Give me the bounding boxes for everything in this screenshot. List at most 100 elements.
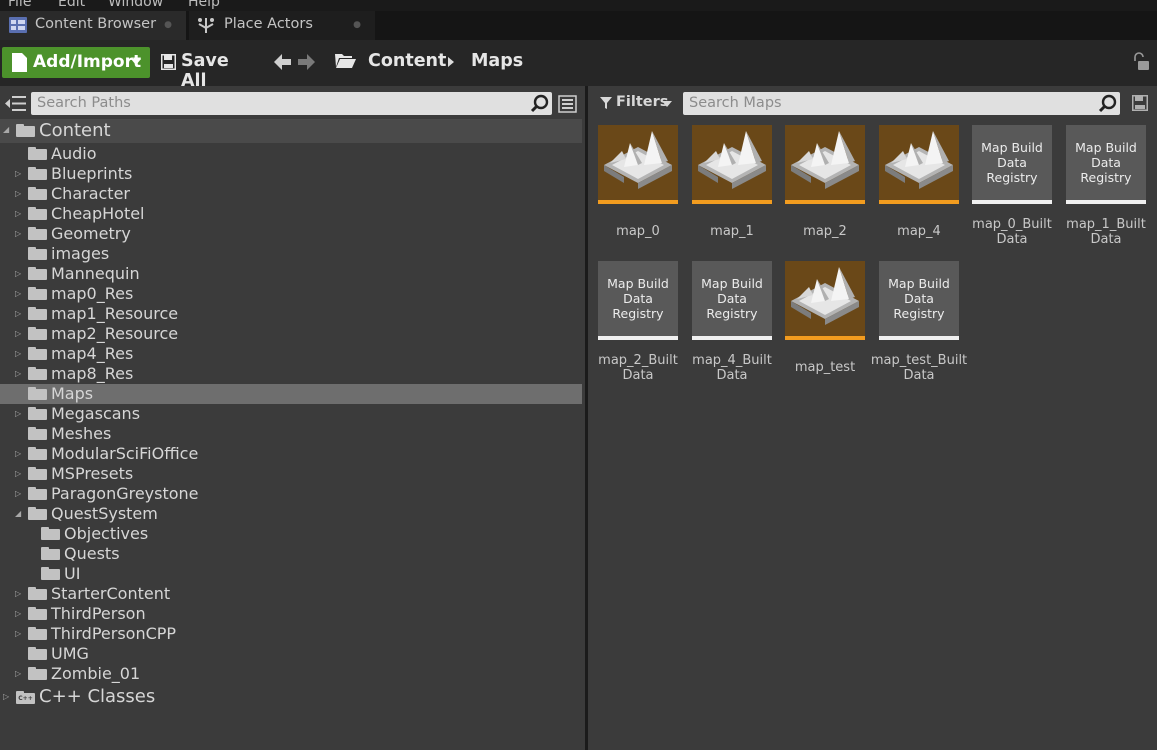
breadcrumb-content[interactable]: Content [368, 51, 446, 71]
collapsed-arrow-icon[interactable]: ▷ [15, 629, 21, 638]
collapsed-arrow-icon[interactable]: ▷ [15, 329, 21, 338]
collapsed-arrow-icon[interactable]: ▷ [3, 692, 9, 701]
folder-icon [28, 147, 47, 160]
asset-thumbnail [692, 125, 772, 200]
tree-item-label: Audio [51, 144, 97, 163]
save-all-button[interactable]: Save All [158, 47, 253, 91]
tree-item-images[interactable]: images [0, 244, 582, 264]
asset-name: map_test_Built Data [865, 353, 973, 383]
tree-item-character[interactable]: ▷ Character [0, 184, 582, 204]
tree-item-map4-res[interactable]: ▷ map4_Res [0, 344, 582, 364]
search-maps-input[interactable]: Search Maps [689, 95, 782, 111]
tree-item-geometry[interactable]: ▷ Geometry [0, 224, 582, 244]
registry-label-line: Map Build [1075, 140, 1137, 155]
lock-icon[interactable] [1131, 52, 1149, 71]
collapsed-arrow-icon[interactable]: ▷ [15, 169, 21, 178]
tab-content-browser[interactable]: Content Browser ● [0, 11, 186, 40]
tree-root-cpp-classes[interactable]: ▷ C++ C++ Classes [0, 685, 582, 709]
menu-help[interactable]: Help [188, 0, 220, 10]
tree-item-blueprints[interactable]: ▷ Blueprints [0, 164, 582, 184]
tree-item-label: StarterContent [51, 584, 171, 603]
collapsed-arrow-icon[interactable]: ▷ [15, 489, 21, 498]
search-icon[interactable] [1098, 94, 1117, 113]
filters-button[interactable]: Filters [598, 93, 674, 115]
tree-item-thirdpersoncpp[interactable]: ▷ ThirdPersonCPP [0, 624, 582, 644]
breadcrumb-maps[interactable]: Maps [471, 51, 523, 71]
collapsed-arrow-icon[interactable]: ▷ [15, 189, 21, 198]
tree-item-startercontent[interactable]: ▷ StarterContent [0, 584, 582, 604]
tree-item-thirdperson[interactable]: ▷ ThirdPerson [0, 604, 582, 624]
tree-item-map0-res[interactable]: ▷ map0_Res [0, 284, 582, 304]
registry-thumbnail: Map Build Data Registry [972, 125, 1052, 200]
collapsed-arrow-icon[interactable]: ▷ [15, 449, 21, 458]
tree-item-label: Megascans [51, 404, 141, 423]
tab-place-actors[interactable]: Place Actors ● [189, 11, 375, 40]
asset-type-bar [785, 336, 865, 340]
view-options-icon[interactable] [558, 95, 577, 113]
collapsed-arrow-icon[interactable]: ▷ [15, 209, 21, 218]
close-icon[interactable]: ● [164, 20, 172, 30]
breadcrumb-separator-icon[interactable] [448, 57, 454, 67]
search-paths-input[interactable]: Search Paths [37, 95, 131, 111]
tree-item-label: Objectives [64, 524, 149, 543]
toggle-sources-icon[interactable] [5, 95, 26, 112]
tree-root-content[interactable]: ◢ Content [0, 119, 582, 143]
search-paths-field[interactable]: Search Paths [31, 92, 552, 115]
tree-item-map1-resource[interactable]: ▷ map1_Resource [0, 304, 582, 324]
collapsed-arrow-icon[interactable]: ▷ [15, 289, 21, 298]
tree-item-audio[interactable]: Audio [0, 144, 582, 164]
collapsed-arrow-icon[interactable]: ▷ [15, 309, 21, 318]
registry-thumbnail: Map Build Data Registry [1066, 125, 1146, 200]
tree-item-ui[interactable]: UI [0, 564, 582, 584]
tree-item-objectives[interactable]: Objectives [0, 524, 582, 544]
menu-window[interactable]: Window [108, 0, 163, 10]
tree-item-zombie-01[interactable]: ▷ Zombie_01 [0, 664, 582, 684]
collapsed-arrow-icon[interactable]: ▷ [15, 269, 21, 278]
tree-item-map2-resource[interactable]: ▷ map2_Resource [0, 324, 582, 344]
tree-item-meshes[interactable]: Meshes [0, 424, 582, 444]
folder-icon [28, 347, 47, 360]
tree-item-label: UI [64, 564, 81, 583]
registry-label-line: Map Build [607, 276, 669, 291]
menu-edit[interactable]: Edit [58, 0, 85, 10]
menu-file[interactable]: File [8, 0, 31, 10]
filter-icon [600, 97, 612, 109]
collapsed-arrow-icon[interactable]: ▷ [15, 669, 21, 678]
expanded-arrow-icon[interactable]: ◢ [3, 125, 9, 134]
collapsed-arrow-icon[interactable]: ▷ [15, 229, 21, 238]
tree-item-map8-res[interactable]: ▷ map8_Res [0, 364, 582, 384]
tree-item-label: QuestSystem [51, 504, 158, 523]
tree-item-paragongreystone[interactable]: ▷ ParagonGreystone [0, 484, 582, 504]
forward-arrow-icon[interactable] [298, 54, 315, 70]
asset-name: map_4_Built Data [678, 353, 786, 383]
registry-label-line: Registry [1080, 170, 1132, 185]
sources-panel: Search Paths ◢ Content Audio ▷ Blueprints ▷ Ch… [0, 86, 585, 750]
tree-item-cheaphotel[interactable]: ▷ CheapHotel [0, 204, 582, 224]
collapsed-arrow-icon[interactable]: ▷ [15, 609, 21, 618]
tree-item-questsystem[interactable]: ◢ QuestSystem [0, 504, 582, 524]
content-browser-icon [9, 17, 27, 33]
collapsed-arrow-icon[interactable]: ▷ [15, 349, 21, 358]
tree-item-umg[interactable]: UMG [0, 644, 582, 664]
add-import-button[interactable]: Add/Import [2, 47, 150, 78]
tree-item-quests[interactable]: Quests [0, 544, 582, 564]
collapsed-arrow-icon[interactable]: ▷ [15, 369, 21, 378]
asset-name: map_2_Built Data [584, 353, 692, 383]
tree-item-mannequin[interactable]: ▷ Mannequin [0, 264, 582, 284]
collapsed-arrow-icon[interactable]: ▷ [15, 589, 21, 598]
tree-item-label: MSPresets [51, 464, 134, 483]
search-icon[interactable] [530, 94, 549, 113]
close-icon[interactable]: ● [353, 20, 361, 30]
registry-label: Map Build Data Registry [1075, 140, 1137, 185]
collapsed-arrow-icon[interactable]: ▷ [15, 469, 21, 478]
save-search-icon[interactable] [1132, 95, 1148, 111]
tree-item-mspresets[interactable]: ▷ MSPresets [0, 464, 582, 484]
search-maps-field[interactable]: Search Maps [683, 92, 1120, 115]
tree-item-megascans[interactable]: ▷ Megascans [0, 404, 582, 424]
tree-item-modularscifioffice[interactable]: ▷ ModularSciFiOffice [0, 444, 582, 464]
back-arrow-icon[interactable] [274, 54, 291, 70]
tree-item-maps[interactable]: Maps [0, 384, 582, 404]
collapsed-arrow-icon[interactable]: ▷ [15, 409, 21, 418]
tree-item-label: ModularSciFiOffice [51, 444, 199, 463]
expanded-arrow-icon[interactable]: ◢ [15, 509, 21, 518]
